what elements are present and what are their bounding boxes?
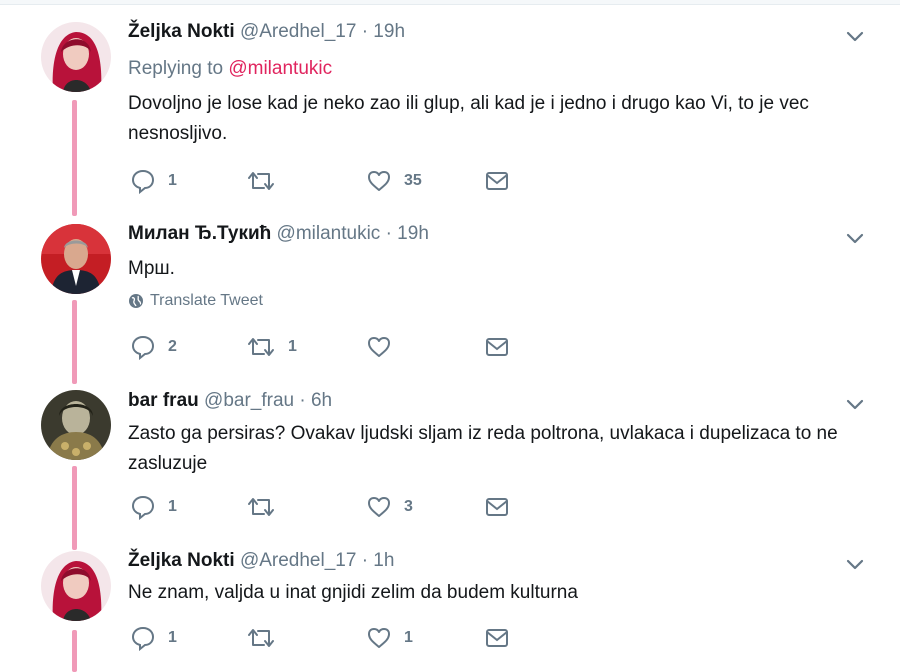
reply-count: 2 — [168, 338, 177, 355]
like-button[interactable]: 35 — [366, 168, 422, 194]
retweet-icon — [248, 172, 274, 190]
message-button[interactable] — [484, 168, 510, 194]
reply-count: 1 — [168, 498, 177, 515]
like-icon — [368, 171, 390, 191]
message-icon — [486, 498, 508, 516]
like-button[interactable]: 3 — [366, 494, 413, 520]
tweet-time[interactable]: · 19h — [362, 21, 405, 42]
avatar[interactable] — [41, 224, 111, 294]
tweet[interactable]: Željka Nokti @Aredhel_17 · 19h Replying … — [0, 0, 900, 210]
message-icon — [486, 338, 508, 356]
tweet-header: Милан Ђ.Тукић @milantukic · 19h — [128, 223, 429, 245]
tweet-time[interactable]: · 1h — [362, 550, 395, 571]
retweet-icon — [248, 498, 274, 516]
like-button[interactable] — [366, 334, 404, 360]
reply-button[interactable]: 1 — [130, 168, 177, 194]
tweet-text: Ne znam, valjda u inat gnjidi zelim da b… — [128, 582, 578, 603]
like-button[interactable]: 1 — [366, 625, 413, 651]
author-handle[interactable]: @Aredhel_17 — [240, 21, 356, 42]
message-button[interactable] — [484, 625, 510, 651]
tweet-header: Željka Nokti @Aredhel_17 · 1h — [128, 550, 394, 572]
tweet-actions: 2 1 — [130, 334, 530, 360]
message-button[interactable] — [484, 494, 510, 520]
message-icon — [486, 172, 508, 190]
chevron-down-icon[interactable] — [843, 24, 867, 48]
avatar-image — [41, 224, 111, 294]
retweet-icon — [248, 629, 274, 647]
retweet-icon — [248, 338, 274, 356]
like-count: 35 — [404, 172, 422, 189]
tweet[interactable]: Željka Nokti @Aredhel_17 · 1h Ne znam, v… — [0, 545, 900, 672]
reply-count: 1 — [168, 172, 177, 189]
replying-to: Replying to @milantukic — [128, 58, 332, 80]
translate-tweet-link[interactable]: Translate Tweet — [128, 292, 263, 310]
message-button[interactable] — [484, 334, 510, 360]
reply-icon — [131, 169, 155, 194]
chevron-down-icon[interactable] — [843, 552, 867, 576]
retweet-count: 1 — [288, 338, 297, 355]
author-name[interactable]: Милан Ђ.Тукић — [128, 223, 271, 244]
tweet-time[interactable]: · 19h — [386, 223, 429, 244]
tweet-actions: 1 1 — [130, 625, 530, 651]
retweet-button[interactable]: 1 — [246, 334, 297, 360]
message-icon — [486, 629, 508, 647]
retweet-button[interactable] — [246, 625, 288, 651]
author-handle[interactable]: @Aredhel_17 — [240, 550, 356, 571]
tweet[interactable]: bar frau @bar_frau · 6h Zasto ga persira… — [0, 380, 900, 545]
chevron-down-icon[interactable] — [843, 226, 867, 250]
author-name[interactable]: bar frau — [128, 390, 199, 411]
tweet-header: Željka Nokti @Aredhel_17 · 19h — [128, 21, 405, 43]
like-count: 3 — [404, 498, 413, 515]
tweet-text: Zasto ga persiras? Ovakav ljudski sljam … — [128, 423, 838, 474]
author-handle[interactable]: @milantukic — [277, 223, 381, 244]
avatar-image — [41, 22, 111, 92]
replying-mention[interactable]: @milantukic — [228, 58, 332, 79]
reply-button[interactable]: 1 — [130, 494, 177, 520]
tweet-time[interactable]: · 6h — [299, 390, 332, 411]
reply-icon — [131, 495, 155, 520]
like-icon — [368, 628, 390, 648]
avatar[interactable] — [41, 22, 111, 92]
tweet-actions: 1 3 — [130, 494, 530, 520]
tweet[interactable]: Милан Ђ.Тукић @milantukic · 19h Мрш. Tra… — [0, 210, 900, 380]
globe-icon — [129, 294, 143, 308]
avatar[interactable] — [41, 551, 111, 621]
tweet-actions: 1 35 — [130, 168, 530, 194]
avatar-image — [41, 551, 111, 621]
reply-count: 1 — [168, 629, 177, 646]
avatar[interactable] — [41, 390, 111, 460]
chevron-down-icon[interactable] — [843, 392, 867, 416]
like-icon — [368, 337, 390, 357]
like-count: 1 — [404, 629, 413, 646]
retweet-button[interactable] — [246, 494, 288, 520]
reply-icon — [131, 335, 155, 360]
retweet-button[interactable] — [246, 168, 288, 194]
tweet-header: bar frau @bar_frau · 6h — [128, 390, 332, 412]
avatar-image — [41, 390, 111, 460]
author-name[interactable]: Željka Nokti — [128, 550, 235, 571]
tweet-text: Dovoljno je lose kad je neko zao ili glu… — [128, 93, 809, 144]
translate-label: Translate Tweet — [150, 292, 263, 309]
author-name[interactable]: Željka Nokti — [128, 21, 235, 42]
like-icon — [368, 497, 390, 517]
author-handle[interactable]: @bar_frau — [204, 390, 294, 411]
tweet-text: Мрш. — [128, 258, 175, 279]
reply-button[interactable]: 1 — [130, 625, 177, 651]
reply-icon — [131, 626, 155, 651]
replying-label: Replying to — [128, 58, 224, 79]
reply-button[interactable]: 2 — [130, 334, 177, 360]
